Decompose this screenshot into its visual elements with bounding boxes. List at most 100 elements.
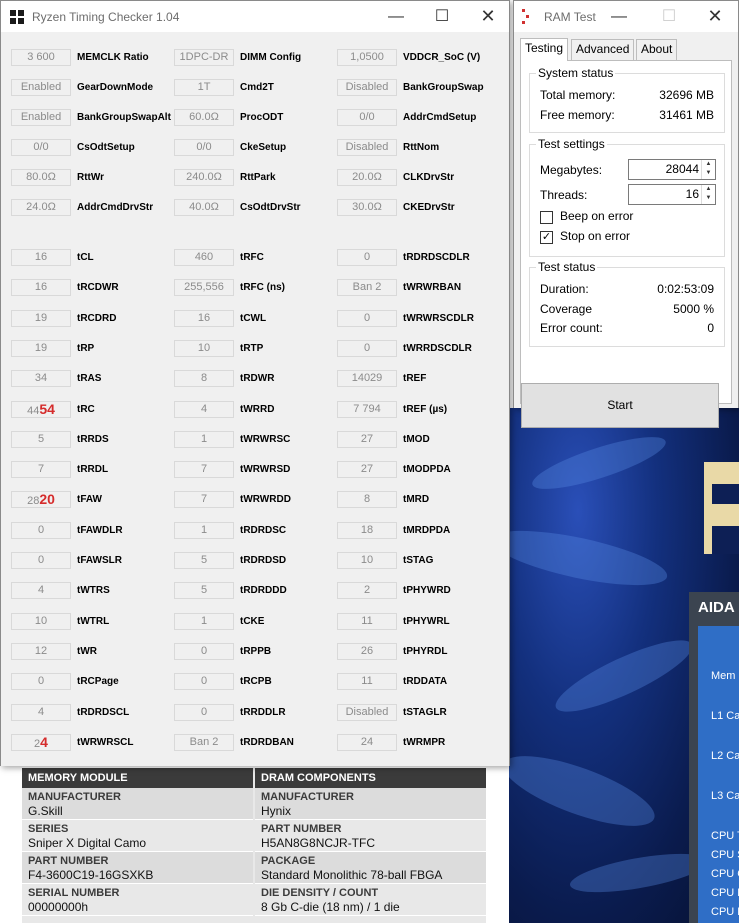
value-text: 7 (37, 463, 45, 475)
timing-value-cmd2t: 1T (174, 79, 234, 96)
threads-stepper[interactable]: 16 ▲ ▼ (628, 184, 716, 205)
ramtest-window-title: RAM Test (544, 10, 596, 24)
tab-testing[interactable]: Testing (520, 38, 569, 61)
value-text: 10 (197, 342, 211, 354)
value-text: 19 (34, 342, 48, 354)
rtc-titlebar[interactable]: Ryzen Timing Checker 1.04 — ☐ ✕ (1, 1, 509, 32)
spec-cell: MANUFACTURER Hynix (255, 788, 486, 820)
value-text: 0 (37, 554, 45, 566)
timing-label: tSTAGLR (403, 707, 447, 718)
ram-test-window: RAM Test — ☐ ✕ Testing Advanced About Sy… (513, 0, 739, 428)
timing-label: tRFC (ns) (240, 282, 285, 293)
spec-value: Sniper X Digital Camo (28, 836, 147, 850)
timing-value-tphyrdl: 26 (337, 643, 397, 660)
timing-value-trdrdsc: 1 (174, 522, 234, 539)
close-button[interactable]: ✕ (465, 1, 511, 32)
value-text: Disabled (345, 141, 389, 153)
timing-value-geardownmode: Enabled (11, 79, 71, 96)
value-text: 0/0 (33, 141, 49, 153)
value-text: 5 (200, 554, 208, 566)
spec-key: DIE DENSITY / COUNT (261, 887, 379, 899)
start-button[interactable]: Start (521, 383, 719, 428)
spec-cell: PACKAGE Standard Monolithic 78-ball FBGA (255, 852, 486, 884)
value-text: Disabled (345, 81, 389, 93)
timing-label: tPHYWRL (403, 616, 450, 627)
value-text: 8 (363, 493, 371, 505)
value-text: 7 (200, 463, 208, 475)
value-text: 5 (37, 433, 45, 445)
tab-about[interactable]: About (636, 39, 678, 60)
spec-key: SERIAL NUMBER (28, 887, 120, 899)
timing-value-tmrdpda: 18 (337, 522, 397, 539)
timing-label: tRRDS (77, 434, 109, 445)
timing-value-tphywrl: 11 (337, 613, 397, 630)
close-button[interactable]: ✕ (692, 1, 738, 32)
timing-value-twr: 12 (11, 643, 71, 660)
beep-on-error-label[interactable]: Beep on error (560, 209, 633, 223)
timing-label: ProcODT (240, 112, 284, 123)
spin-down-icon[interactable]: ▼ (702, 194, 715, 203)
timing-value-twrwrsd: 7 (174, 461, 234, 478)
ramtest-client: Testing Advanced About System status Tot… (514, 32, 738, 428)
threads-label: Threads: (540, 188, 588, 202)
timing-label: tRDRDSD (240, 555, 287, 566)
duration-label: Duration: (540, 282, 589, 296)
timing-value-tfawdlr: 0 (11, 522, 71, 539)
value-text: 0 (200, 675, 208, 687)
value-text: 28 (27, 495, 40, 507)
spin-up-icon[interactable]: ▲ (702, 160, 715, 169)
spin-up-icon[interactable]: ▲ (702, 185, 715, 194)
stop-on-error-label[interactable]: Stop on error (560, 229, 630, 243)
aida-label: CPU F (711, 887, 739, 899)
tab-advanced[interactable]: Advanced (571, 39, 635, 60)
timing-label: tWRRDSCDLR (403, 343, 472, 354)
timing-label: tRFC (240, 252, 264, 263)
value-text: 3 600 (27, 51, 55, 63)
beep-on-error-checkbox[interactable] (540, 211, 553, 224)
value-text: 34 (34, 372, 48, 384)
maximize-button[interactable]: ☐ (419, 1, 465, 32)
testing-tab-page: System status Total memory: 32696 MB Fre… (520, 60, 732, 404)
value-text: 16 (34, 281, 48, 293)
spec-key: PART NUMBER (28, 855, 109, 867)
timing-value-tstaglr: Disabled (337, 704, 397, 721)
timing-label: tRCPage (77, 676, 119, 687)
timing-label: tMRDPDA (403, 525, 451, 536)
spec-cell: SERIAL NUMBER 00000000h (22, 884, 253, 916)
value-text: 27 (360, 463, 374, 475)
aida-label: CPU C (711, 868, 739, 880)
timing-label: AddrCmdSetup (403, 112, 477, 123)
ramtest-titlebar[interactable]: RAM Test — ☐ ✕ (514, 1, 738, 32)
spec-value: Hynix (261, 804, 292, 818)
value-text: 24.0Ω (26, 201, 56, 213)
test-settings-group: Test settings Megabytes: 28044 ▲ ▼ Thread… (529, 137, 725, 257)
aida-label: L3 Ca (711, 790, 739, 802)
megabytes-label: Megabytes: (540, 163, 603, 177)
timing-label: tCKE (240, 616, 265, 627)
rtc-timings-panel: 3 600 MEMCLK Ratio 1DPC-DR DIMM Config 1,050… (1, 32, 509, 766)
timing-value-twrwrscdlr: 0 (337, 310, 397, 327)
timing-value-trrds: 5 (11, 431, 71, 448)
spin-down-icon[interactable]: ▼ (702, 169, 715, 178)
minimize-button[interactable]: — (373, 1, 419, 32)
spec-key: PART NUMBER (261, 823, 342, 835)
timing-value-addrcmddrvstr: 24.0Ω (11, 199, 71, 216)
value-text: 1 (200, 615, 208, 627)
value-text: Ban 2 (189, 736, 219, 748)
spec-cell: DIE DENSITY / COUNT 8 Gb C-die (18 nm) / … (255, 884, 486, 916)
value-text: 30.0Ω (352, 201, 382, 213)
maximize-button: ☐ (661, 8, 677, 25)
spec-key: MANUFACTURER (261, 791, 354, 803)
timing-value-twrwrsc: 1 (174, 431, 234, 448)
timing-label: MEMCLK Ratio (77, 52, 149, 63)
megabytes-value: 28044 (665, 162, 699, 176)
timing-label: tWRWRSCDLR (403, 313, 474, 324)
megabytes-stepper[interactable]: 28044 ▲ ▼ (628, 159, 716, 180)
timing-label: tRP (77, 343, 95, 354)
timing-value-trp: 19 (11, 340, 71, 357)
timing-value-trcpb: 0 (174, 673, 234, 690)
stop-on-error-checkbox[interactable]: ✓ (540, 231, 553, 244)
minimize-button[interactable]: — (596, 1, 642, 32)
timing-value-trddata: 11 (337, 673, 397, 690)
aida-label: L1 Ca (711, 710, 739, 722)
